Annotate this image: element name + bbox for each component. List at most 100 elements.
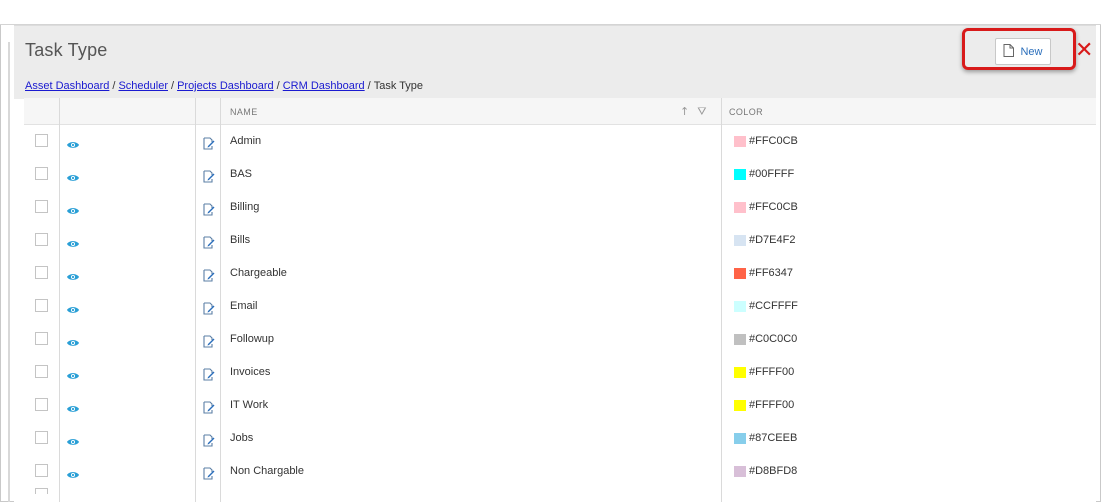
color-swatch (734, 334, 746, 345)
row-checkbox[interactable] (35, 200, 48, 213)
edit-icon[interactable] (203, 267, 215, 282)
row-name: Jobs (230, 432, 254, 444)
column-header-color[interactable]: COLOR (729, 107, 763, 117)
row-checkbox[interactable] (35, 332, 48, 345)
table-row[interactable]: Bills #D7E4F2 (24, 224, 1096, 257)
breadcrumb: Asset Dashboard / Scheduler / Projects Dashb… (25, 80, 423, 92)
new-button[interactable]: New (995, 38, 1051, 65)
breadcrumb-link-asset-dashboard[interactable]: Asset Dashboard (25, 80, 109, 92)
table-row[interactable]: Billing #FFC0CB (24, 191, 1096, 224)
color-swatch (734, 301, 746, 312)
color-swatch (734, 400, 746, 411)
row-color-value: #D7E4F2 (749, 234, 796, 246)
row-name: Admin (230, 135, 262, 147)
table-row[interactable]: Email #CCFFFF (24, 290, 1096, 323)
row-name: Followup (230, 333, 275, 345)
table-row[interactable]: IT Work #FFFF00 (24, 389, 1096, 422)
edit-icon[interactable] (203, 168, 215, 183)
view-eye-icon[interactable] (66, 465, 80, 478)
column-header-name[interactable]: NAME (230, 107, 258, 117)
view-eye-icon[interactable] (66, 135, 80, 148)
edit-icon[interactable] (203, 465, 215, 480)
row-checkbox[interactable] (35, 464, 48, 477)
table-row[interactable]: Chargeable #FF6347 (24, 257, 1096, 290)
view-eye-icon[interactable] (66, 300, 80, 313)
row-color-value: #00FFFF (749, 168, 795, 180)
edit-icon[interactable] (203, 300, 215, 315)
color-swatch (734, 367, 746, 378)
color-swatch (734, 433, 746, 444)
edit-icon[interactable] (203, 366, 215, 381)
color-swatch (734, 268, 746, 279)
new-button-label: New (1020, 45, 1043, 58)
row-color-value: #C0C0C0 (749, 333, 798, 345)
row-name: Bills (230, 234, 251, 246)
table-row[interactable]: Invoices #FFFF00 (24, 356, 1096, 389)
left-rail (8, 42, 10, 502)
breadcrumb-link-scheduler[interactable]: Scheduler (118, 80, 168, 92)
view-eye-icon[interactable] (66, 201, 80, 214)
column-divider (220, 98, 221, 502)
table-row[interactable]: Non Chargable #D8BFD8 (24, 455, 1096, 488)
view-eye-icon[interactable] (66, 333, 80, 346)
row-color-value: #CCFFFF (749, 300, 798, 312)
row-name: Email (230, 300, 258, 312)
color-swatch (734, 235, 746, 246)
breadcrumb-link-crm-dashboard[interactable]: CRM Dashboard (283, 80, 365, 92)
view-eye-icon[interactable] (66, 399, 80, 412)
breadcrumb-link-projects-dashboard[interactable]: Projects Dashboard (177, 80, 274, 92)
row-name: IT Work (230, 399, 269, 411)
table-row[interactable]: Jobs #87CEEB (24, 422, 1096, 455)
table-row[interactable]: BAS #00FFFF (24, 158, 1096, 191)
breadcrumb-current: Task Type (373, 80, 424, 92)
row-checkbox[interactable] (35, 167, 48, 180)
row-color-value: #FFC0CB (749, 135, 798, 147)
column-divider (721, 98, 722, 502)
row-checkbox[interactable] (35, 134, 48, 147)
task-type-grid: NAME ↑ ⛛ COLOR Admin #FFC0CB BAS #00FFFF Bil… (24, 98, 1096, 502)
table-row[interactable]: Followup #C0C0C0 (24, 323, 1096, 356)
document-icon (1003, 43, 1015, 60)
row-color-value: #FF6347 (749, 267, 794, 279)
row-name: Chargeable (230, 267, 287, 279)
edit-icon[interactable] (203, 399, 215, 414)
color-swatch (734, 202, 746, 213)
name-column-tools: ↑ ⛛ (680, 105, 706, 119)
edit-icon[interactable] (203, 234, 215, 249)
row-checkbox[interactable] (35, 365, 48, 378)
view-eye-icon[interactable] (66, 168, 80, 181)
edit-icon[interactable] (203, 333, 215, 348)
column-divider (59, 98, 60, 502)
view-eye-icon[interactable] (66, 234, 80, 247)
edit-icon[interactable] (203, 432, 215, 447)
color-swatch (734, 466, 746, 477)
row-checkbox[interactable] (35, 431, 48, 444)
row-checkbox[interactable] (35, 398, 48, 411)
grid-row-partial (24, 488, 1096, 494)
close-icon[interactable]: ✕ (1075, 40, 1093, 62)
row-checkbox[interactable] (35, 266, 48, 279)
row-checkbox[interactable] (35, 488, 48, 494)
filter-icon[interactable]: ⛛ (697, 105, 706, 119)
view-eye-icon[interactable] (66, 366, 80, 379)
breadcrumb-separator: / (367, 80, 371, 92)
top-strip (0, 0, 1101, 25)
view-eye-icon[interactable] (66, 267, 80, 280)
row-checkbox[interactable] (35, 299, 48, 312)
row-checkbox[interactable] (35, 233, 48, 246)
row-name: Invoices (230, 366, 271, 378)
color-swatch (734, 136, 746, 147)
row-color-value: #FFFF00 (749, 399, 795, 411)
edit-icon[interactable] (203, 135, 215, 150)
grid-header: NAME ↑ ⛛ COLOR (24, 98, 1096, 125)
row-color-value: #FFC0CB (749, 201, 798, 213)
row-color-value: #FFFF00 (749, 366, 795, 378)
grid-body: Admin #FFC0CB BAS #00FFFF Billing #FFC0CB Bill… (24, 125, 1096, 488)
breadcrumb-separator: / (171, 80, 175, 92)
row-color-value: #D8BFD8 (749, 465, 798, 477)
sort-ascending-icon[interactable]: ↑ (680, 105, 689, 119)
table-row[interactable]: Admin #FFC0CB (24, 125, 1096, 158)
view-eye-icon[interactable] (66, 432, 80, 445)
edit-icon[interactable] (203, 201, 215, 216)
column-divider (195, 98, 196, 502)
